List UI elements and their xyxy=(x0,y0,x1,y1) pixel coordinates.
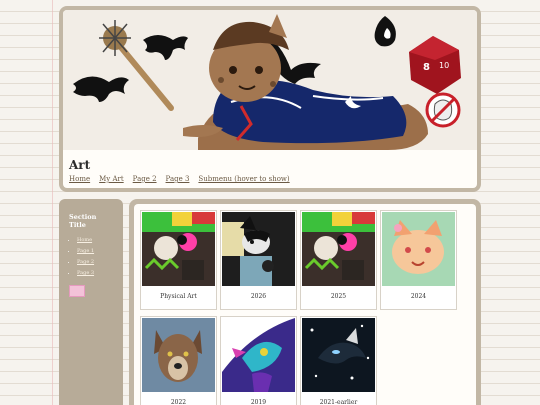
gallery-tile-2024[interactable]: 2024 xyxy=(380,210,457,310)
header-banner-image: 8 10 xyxy=(63,10,477,150)
gallery-thumbnail xyxy=(142,318,215,392)
paper-margin-line xyxy=(52,0,53,405)
sidebar-link-page-2[interactable]: Page 2 xyxy=(77,259,94,265)
gallery-thumbnail xyxy=(382,212,455,286)
ghost-sign-icon xyxy=(425,92,461,128)
sidebar-item: Page 1 xyxy=(77,246,115,257)
svg-text:10: 10 xyxy=(439,61,449,70)
gallery-caption: 2022 xyxy=(170,399,187,405)
sidebar-link-list: Home Page 1 Page 2 Page 3 xyxy=(67,235,115,279)
gallery-tile-2026[interactable]: 2026 xyxy=(220,210,297,310)
gallery-tile-2021-earlier[interactable]: 2021-earlier xyxy=(300,316,377,405)
sidebar-section-title: Section Title xyxy=(69,213,97,229)
gallery-card: Physical Art 2026 2025 2024 2022 2019 20… xyxy=(129,199,481,405)
pink-badge-image[interactable] xyxy=(69,285,85,297)
gallery-caption: 2026 xyxy=(250,293,267,300)
nav-submenu-link[interactable]: Submenu (hover to show) xyxy=(198,175,289,183)
gallery-thumbnail xyxy=(302,212,375,286)
gallery-tile-physical-art[interactable]: Physical Art xyxy=(140,210,217,310)
nav-home-link[interactable]: Home xyxy=(69,175,90,183)
nav-page-3-link[interactable]: Page 3 xyxy=(166,175,190,183)
gallery-caption: 2019 xyxy=(250,399,267,405)
gallery-tile-2022[interactable]: 2022 xyxy=(140,316,217,405)
gallery-inner: Physical Art 2026 2025 2024 2022 2019 20… xyxy=(134,204,476,405)
banner-illustration: 8 10 xyxy=(63,10,477,150)
site-title: Art xyxy=(69,158,91,172)
header-card: 8 10 Art Home My Art Page 2 Page 3 Subme… xyxy=(59,6,481,192)
sidebar-item: Home xyxy=(77,235,115,246)
gallery-thumbnail xyxy=(222,212,295,286)
gallery-thumbnail xyxy=(142,212,215,286)
gallery-thumbnail xyxy=(222,318,295,392)
gallery-tile-2019[interactable]: 2019 xyxy=(220,316,297,405)
sidebar-link-home[interactable]: Home xyxy=(77,237,92,243)
gallery-thumbnail xyxy=(302,318,375,392)
gallery-caption: 2025 xyxy=(330,293,347,300)
sidebar-item: Page 3 xyxy=(77,268,115,279)
header-inner: 8 10 Art Home My Art Page 2 Page 3 Subme… xyxy=(63,10,477,188)
sidebar-link-page-3[interactable]: Page 3 xyxy=(77,270,94,276)
gallery-caption: Physical Art xyxy=(160,293,197,300)
gallery-tile-2025[interactable]: 2025 xyxy=(300,210,377,310)
nav-page-2-link[interactable]: Page 2 xyxy=(133,175,157,183)
sidebar-item: Page 2 xyxy=(77,257,115,268)
sidebar: Section Title Home Page 1 Page 2 Page 3 xyxy=(59,199,123,405)
top-nav: Home My Art Page 2 Page 3 Submenu (hover… xyxy=(69,175,290,183)
gallery-caption: 2021-earlier xyxy=(319,399,358,405)
svg-text:8: 8 xyxy=(423,62,430,73)
sidebar-link-page-1[interactable]: Page 1 xyxy=(77,248,94,254)
gallery-caption: 2024 xyxy=(410,293,427,300)
nav-my-art-link[interactable]: My Art xyxy=(99,175,124,183)
